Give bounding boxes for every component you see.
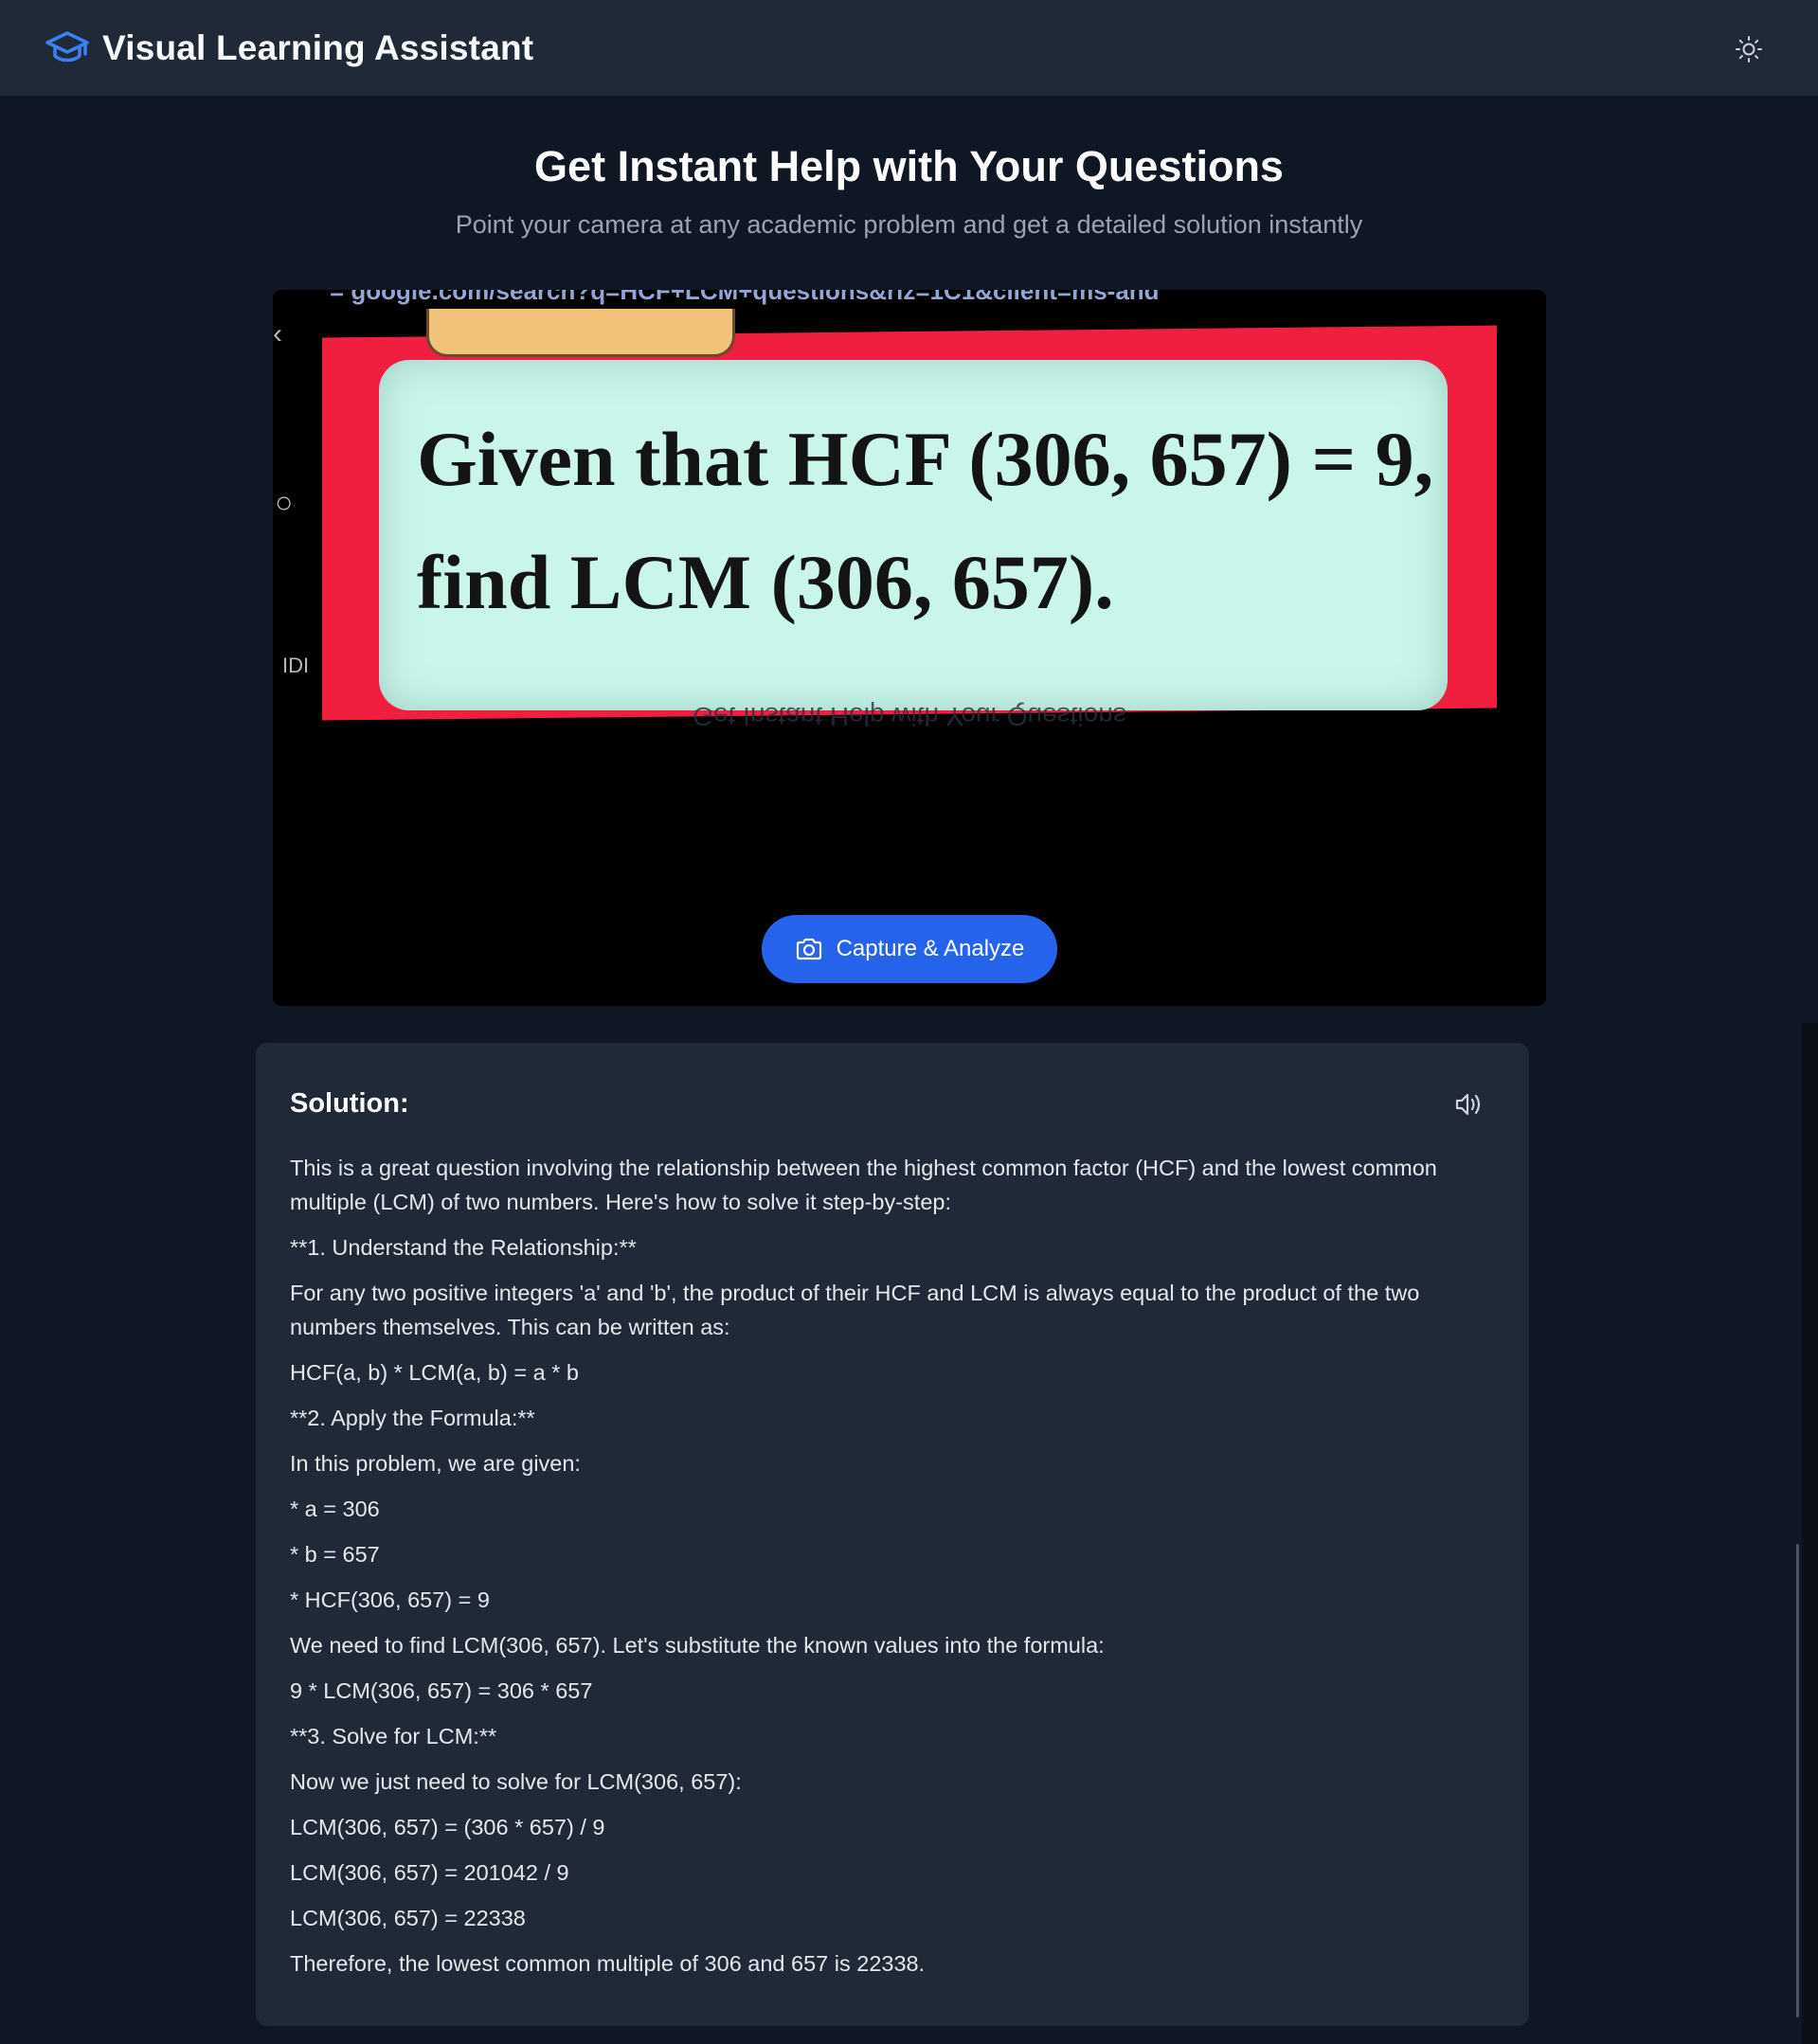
read-aloud-button[interactable] bbox=[1453, 1090, 1485, 1119]
solution-paragraph: **2. Apply the Formula:** bbox=[290, 1406, 535, 1430]
solution-paragraph: We need to find LCM(306, 657). Let's sub… bbox=[290, 1633, 1105, 1658]
solution-paragraph: * HCF(306, 657) = 9 bbox=[290, 1587, 490, 1612]
page-subtitle: Point your camera at any academic proble… bbox=[455, 210, 1363, 239]
solution-card: Solution: This is a great question invol… bbox=[256, 1043, 1529, 2026]
solution-paragraph: **3. Solve for LCM:** bbox=[290, 1724, 497, 1748]
question-card: Given that HCF (306, 657) = 9, find LCM … bbox=[379, 360, 1448, 710]
graduation-cap-icon bbox=[45, 31, 89, 63]
camera-icon bbox=[796, 938, 821, 960]
theme-toggle-button[interactable] bbox=[1732, 32, 1766, 66]
solution-paragraph: For any two positive integers 'a' and 'b… bbox=[290, 1281, 1420, 1339]
solution-paragraph: Now we just need to solve for LCM(306, 6… bbox=[290, 1769, 742, 1794]
solution-text: This is a great question involving the r… bbox=[290, 1151, 1491, 1992]
question-text: Given that HCF (306, 657) = 9, find LCM … bbox=[417, 398, 1433, 644]
scrollbar-thumb[interactable] bbox=[1796, 1544, 1799, 2017]
chevron-left-icon: ‹ bbox=[273, 318, 282, 350]
solution-paragraph: HCF(a, b) * LCM(a, b) = a * b bbox=[290, 1360, 579, 1385]
question-line-1: Given that HCF (306, 657) = 9, bbox=[417, 416, 1434, 502]
solution-paragraph: LCM(306, 657) = 201042 / 9 bbox=[290, 1860, 569, 1885]
solution-paragraph: This is a great question involving the r… bbox=[290, 1156, 1437, 1214]
solution-paragraph: LCM(306, 657) = 22338 bbox=[290, 1906, 526, 1930]
solution-paragraph: Therefore, the lowest common multiple of… bbox=[290, 1951, 926, 1976]
question-line-2: find LCM (306, 657). bbox=[417, 539, 1114, 625]
scrollbar-track[interactable] bbox=[1802, 1023, 1818, 2044]
brand[interactable]: Visual Learning Assistant bbox=[45, 28, 533, 68]
solution-paragraph: * a = 306 bbox=[290, 1497, 380, 1521]
sun-icon bbox=[1736, 36, 1762, 63]
capture-analyze-button[interactable]: Capture & Analyze bbox=[762, 915, 1057, 983]
page-title: Get Instant Help with Your Questions bbox=[534, 142, 1284, 190]
top-bar: Visual Learning Assistant bbox=[0, 0, 1818, 96]
solution-heading: Solution: bbox=[290, 1088, 409, 1119]
solution-paragraph: LCM(306, 657) = (306 * 657) / 9 bbox=[290, 1815, 605, 1839]
solution-paragraph: * b = 657 bbox=[290, 1542, 380, 1567]
solution-paragraph: In this problem, we are given: bbox=[290, 1451, 581, 1476]
bars-icon: IDI bbox=[282, 654, 310, 677]
camera-preview[interactable]: = google.com/search?q=HCF+LCM+questions&… bbox=[273, 290, 1546, 1006]
speaker-icon bbox=[1455, 1093, 1481, 1116]
solution-paragraph: 9 * LCM(306, 657) = 306 * 657 bbox=[290, 1678, 593, 1703]
circle-icon: ○ bbox=[275, 485, 294, 519]
capture-analyze-label: Capture & Analyze bbox=[836, 936, 1025, 961]
screen-reflection: Get Instant Help with Your Questions bbox=[693, 702, 1126, 731]
app-title: Visual Learning Assistant bbox=[102, 28, 534, 67]
question-tab bbox=[426, 309, 735, 357]
solution-paragraph: **1. Understand the Relationship:** bbox=[290, 1235, 637, 1260]
